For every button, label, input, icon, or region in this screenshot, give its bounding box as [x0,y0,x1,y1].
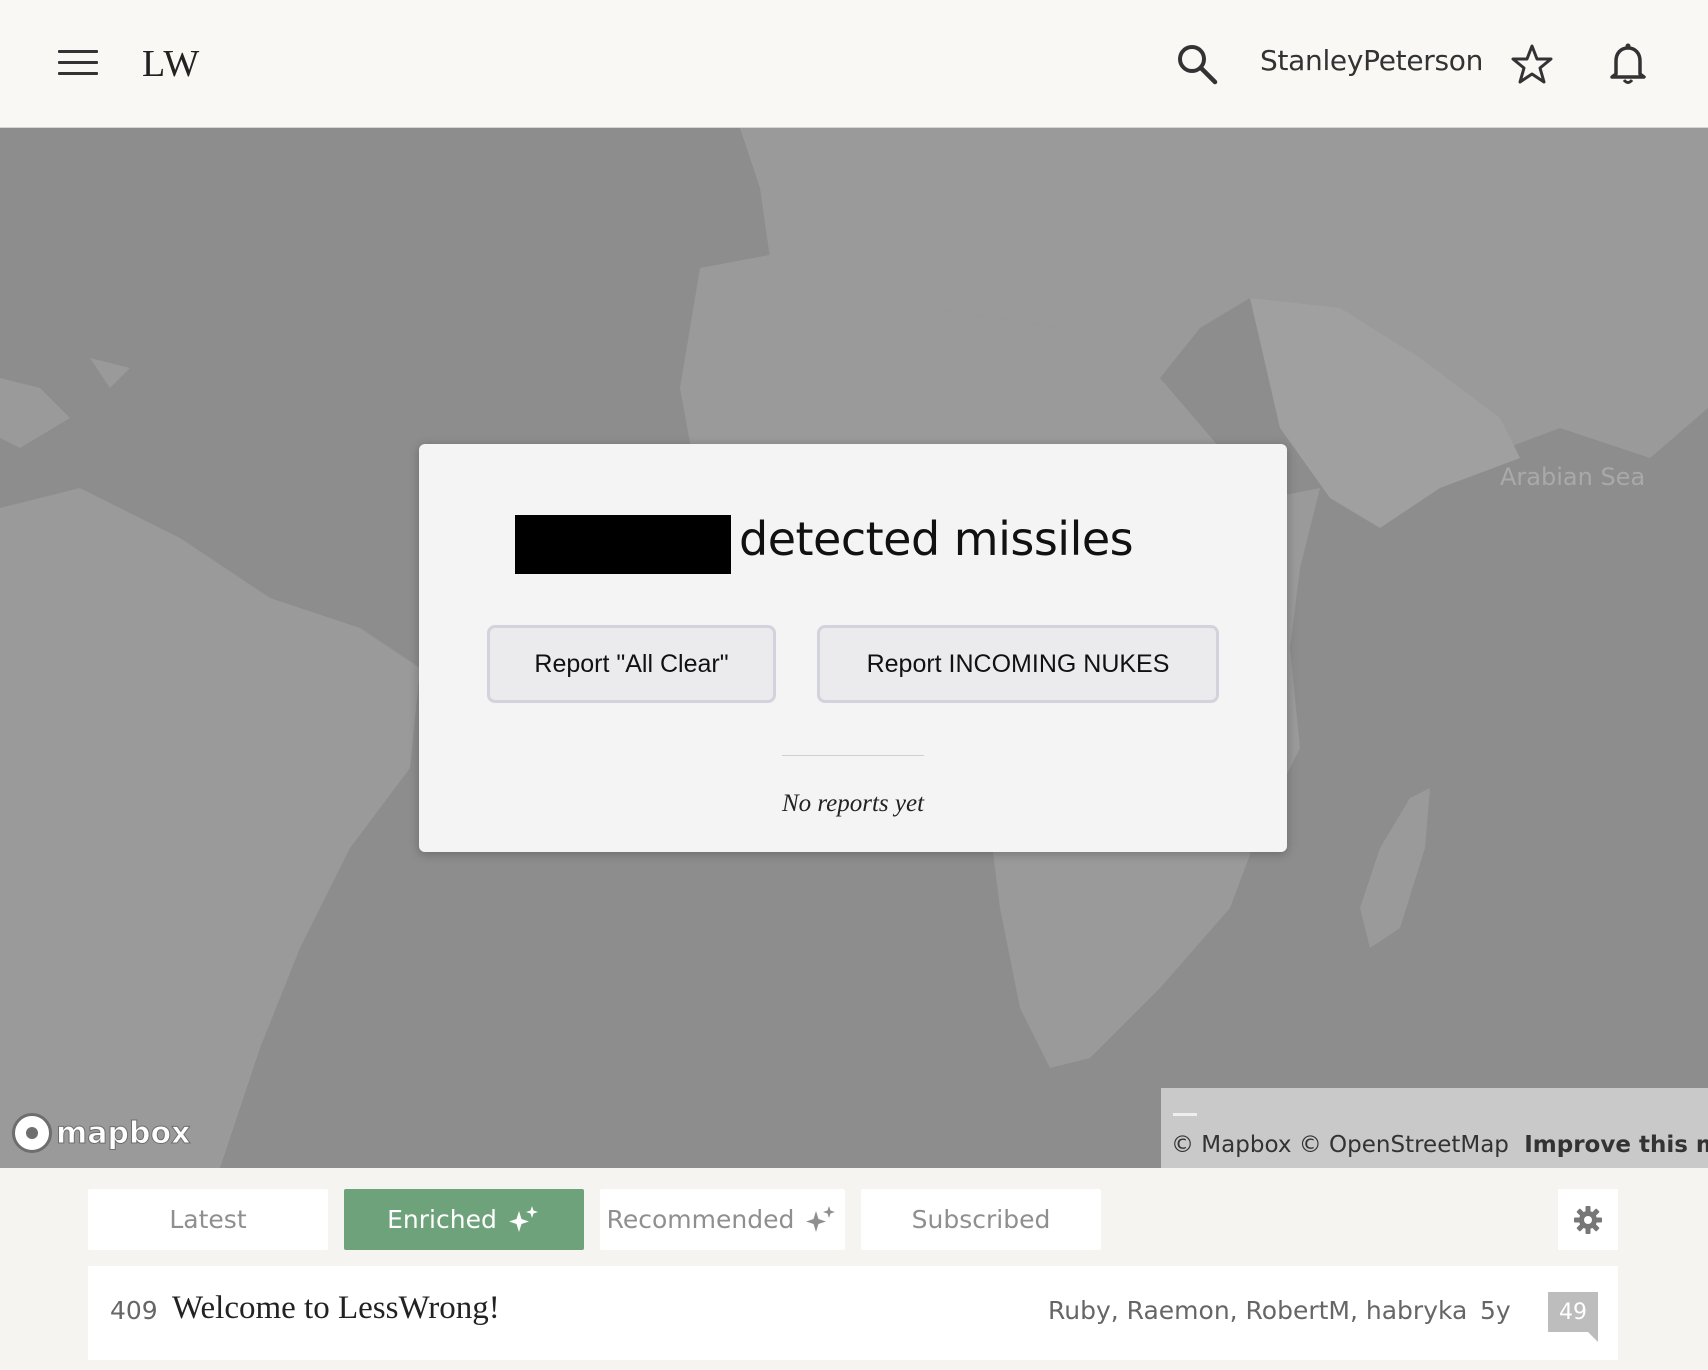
settings-button[interactable] [1558,1189,1618,1250]
username-link[interactable]: StanleyPeterson [1260,44,1483,77]
post-karma: 409 [110,1296,158,1325]
redacted-block [515,515,731,574]
post-age: 5y [1480,1296,1511,1325]
tab-label: Enriched [387,1205,497,1234]
tab-label: Subscribed [911,1205,1051,1234]
mapbox-wordmark: mapbox [55,1115,191,1151]
divider [782,755,924,756]
map-attribution: © Mapbox © OpenStreetMap Improve this ma… [1161,1088,1708,1168]
gear-icon [1574,1205,1602,1234]
sparkle-icon [806,1205,836,1232]
arabian-sea-label: Arabian Sea [1500,463,1646,491]
mapbox-logo[interactable]: mapbox [12,1113,191,1153]
menu-icon[interactable] [58,50,98,78]
tab-enriched[interactable]: Enriched [344,1189,584,1250]
dialog-title: detected missiles [739,512,1134,566]
sparkle-icon [508,1205,538,1232]
tab-latest[interactable]: Latest [88,1189,328,1250]
tab-recommended[interactable]: Recommended [600,1189,845,1250]
top-bar: LW StanleyPeterson [0,0,1708,128]
search-icon[interactable] [1175,42,1219,86]
tab-subscribed[interactable]: Subscribed [861,1189,1101,1250]
site-logo[interactable]: LW [142,42,200,86]
scale-bar [1173,1113,1197,1116]
post-authors[interactable]: Ruby, Raemon, RobertM, habryka [1048,1296,1467,1325]
star-icon[interactable] [1510,42,1554,86]
bell-icon[interactable] [1608,42,1648,86]
post-list-item[interactable]: 409 Welcome to LessWrong! Ruby, Raemon, … [88,1266,1618,1360]
report-status: No reports yet [781,790,925,817]
mapbox-icon [12,1113,52,1153]
comment-count-badge[interactable]: 49 [1548,1292,1598,1342]
report-all-clear-button[interactable]: Report "All Clear" [487,625,776,703]
improve-map-link[interactable]: Improve this map [1524,1132,1708,1158]
tab-label: Latest [169,1205,247,1234]
post-title[interactable]: Welcome to LessWrong! [172,1290,500,1327]
report-incoming-nukes-button[interactable]: Report INCOMING NUKES [817,625,1219,703]
attribution-text[interactable]: © Mapbox © OpenStreetMap [1171,1132,1509,1158]
tab-label: Recommended [606,1205,795,1234]
missile-alert-dialog: detected missiles Report "All Clear" Rep… [419,444,1287,852]
